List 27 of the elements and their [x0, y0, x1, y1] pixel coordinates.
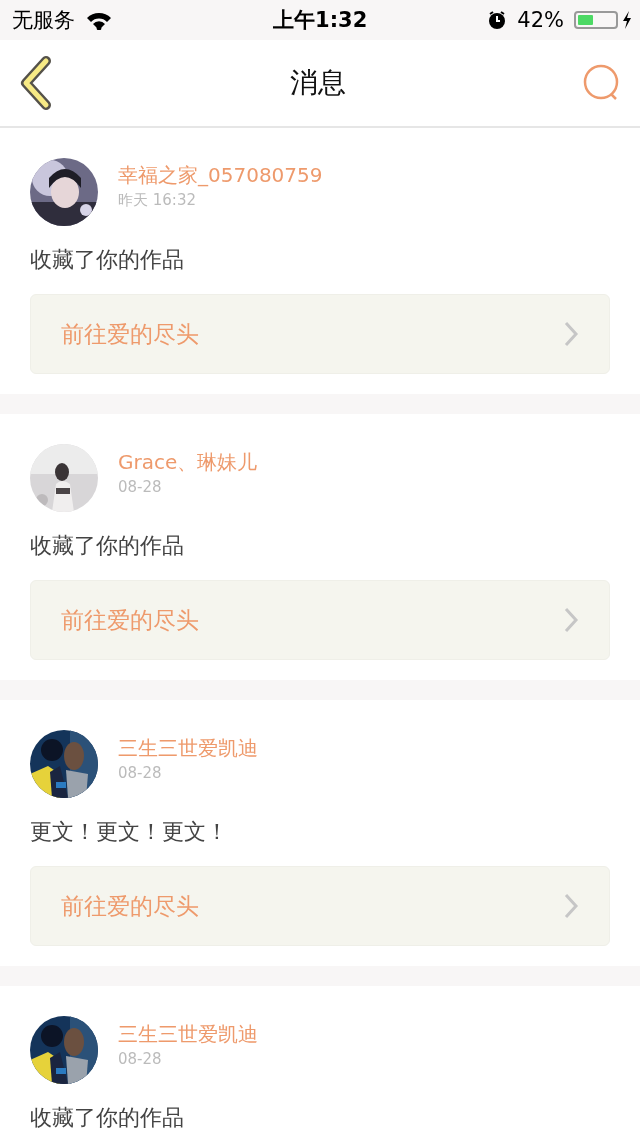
- message-text: 收藏了你的作品: [30, 532, 185, 560]
- user-name[interactable]: 幸福之家_057080759: [118, 162, 323, 189]
- message-text: 收藏了你的作品: [30, 246, 185, 274]
- message-time: 昨天 16:32: [118, 191, 197, 210]
- battery-percent: 42%: [517, 8, 564, 32]
- user-name[interactable]: Grace、琳妹儿: [118, 448, 258, 476]
- chevron-icon: [563, 892, 579, 920]
- carrier-label: 无服务: [12, 7, 75, 34]
- work-link[interactable]: 前往爱的尽头: [30, 866, 610, 946]
- chevron-icon: [563, 320, 579, 348]
- wifi-icon: [85, 10, 113, 30]
- message-text: 更文！更文！更文！: [30, 818, 229, 846]
- message-text: 收藏了你的作品: [30, 1104, 185, 1132]
- message-time: 08-28: [118, 477, 163, 496]
- work-link[interactable]: 前往爱的尽头: [30, 580, 610, 660]
- battery-icon: [574, 11, 618, 29]
- alarm-icon: [487, 10, 508, 30]
- charging-icon: [622, 10, 632, 30]
- page-title: 消息: [290, 65, 346, 101]
- back-button[interactable]: [18, 55, 54, 111]
- user-name[interactable]: 三生三世爱凯迪: [118, 1020, 258, 1048]
- message-time: 08-28: [118, 1049, 163, 1068]
- chevron-icon: [563, 606, 579, 634]
- user-name[interactable]: 三生三世爱凯迪: [118, 734, 258, 762]
- work-link[interactable]: 前往爱的尽头: [30, 294, 610, 374]
- message-time: 08-28: [118, 763, 163, 782]
- status-time: 上午1:32: [273, 7, 368, 34]
